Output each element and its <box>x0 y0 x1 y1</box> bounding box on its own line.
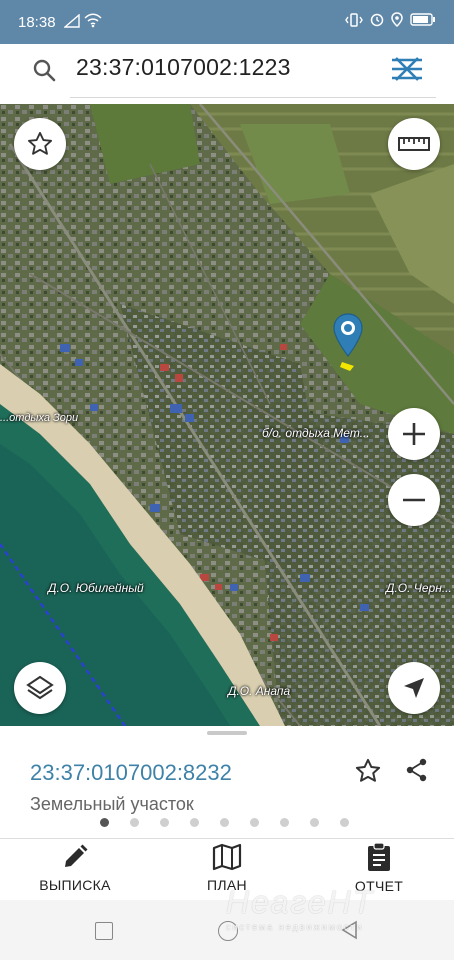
map-label-anapa: Д.О. Анапа <box>228 684 291 698</box>
status-bar: 18:38 <box>0 0 454 44</box>
clipboard-icon <box>368 842 390 871</box>
favorite-map-button[interactable] <box>14 118 66 170</box>
parcel-number[interactable]: 23:37:0107002:8232 <box>30 760 232 786</box>
zoom-out-button[interactable] <box>388 474 440 526</box>
extract-label: ВЫПИСКА <box>39 877 111 893</box>
navigation-arrow-icon <box>404 678 424 698</box>
page-dot[interactable] <box>220 818 229 827</box>
ruler-button[interactable] <box>388 118 440 170</box>
search-underline <box>70 97 436 98</box>
zoom-in-icon <box>403 423 425 445</box>
page-dot[interactable] <box>340 818 349 827</box>
map-view[interactable]: ...отдыха Зори б/о. отдыха Мет... Д.О. Ю… <box>0 104 454 726</box>
filter-icon[interactable] <box>390 56 424 87</box>
vibrate-icon <box>345 12 363 32</box>
layers-button[interactable] <box>14 662 66 714</box>
page-dot[interactable] <box>130 818 139 827</box>
share-button[interactable] <box>404 757 430 788</box>
page-dot[interactable] <box>190 818 199 827</box>
map-label-yubileinyi: Д.О. Юбилейный <box>48 581 144 595</box>
map-label-cherno: Д.О. Черн... <box>386 581 452 595</box>
pencil-icon <box>65 844 88 867</box>
page-dot[interactable] <box>250 818 259 827</box>
zoom-in-button[interactable] <box>388 408 440 460</box>
star-outline-icon <box>355 758 381 782</box>
status-time: 18:38 <box>18 14 56 31</box>
sheet-handle[interactable] <box>207 731 247 735</box>
alarm-icon <box>370 13 384 32</box>
map-label-met: б/о. отдыха Мет... <box>262 426 370 440</box>
page-dot[interactable] <box>100 818 109 827</box>
status-icons <box>345 12 436 32</box>
layers-icon <box>26 675 54 700</box>
watermark-tagline: системa недвижимости <box>226 922 364 932</box>
signal-icon <box>63 13 80 33</box>
map-label-zori: ...отдыха Зори <box>0 412 79 424</box>
extract-button[interactable]: ВЫПИСКА <box>15 839 135 900</box>
my-location-button[interactable] <box>388 662 440 714</box>
location-icon <box>391 12 403 32</box>
favorite-parcel-button[interactable] <box>354 757 382 790</box>
share-icon <box>406 758 427 782</box>
ruler-icon <box>398 137 430 151</box>
battery-icon <box>410 13 436 31</box>
location-pin-icon[interactable] <box>332 312 364 363</box>
parcel-type: Земельный участок <box>30 794 194 814</box>
zoom-out-icon <box>403 498 425 502</box>
map-book-icon <box>212 843 242 871</box>
page-dot[interactable] <box>310 818 319 827</box>
star-icon <box>27 131 53 155</box>
recents-icon[interactable] <box>95 922 113 940</box>
page-dot[interactable] <box>160 818 169 827</box>
search-icon[interactable] <box>32 58 56 87</box>
watermark-logo: НеагеНТ <box>226 884 375 920</box>
wifi-icon <box>84 13 102 33</box>
page-dot[interactable] <box>280 818 289 827</box>
search-input[interactable]: 23:37:0107002:1223 <box>76 54 291 81</box>
page-indicator <box>100 818 349 827</box>
